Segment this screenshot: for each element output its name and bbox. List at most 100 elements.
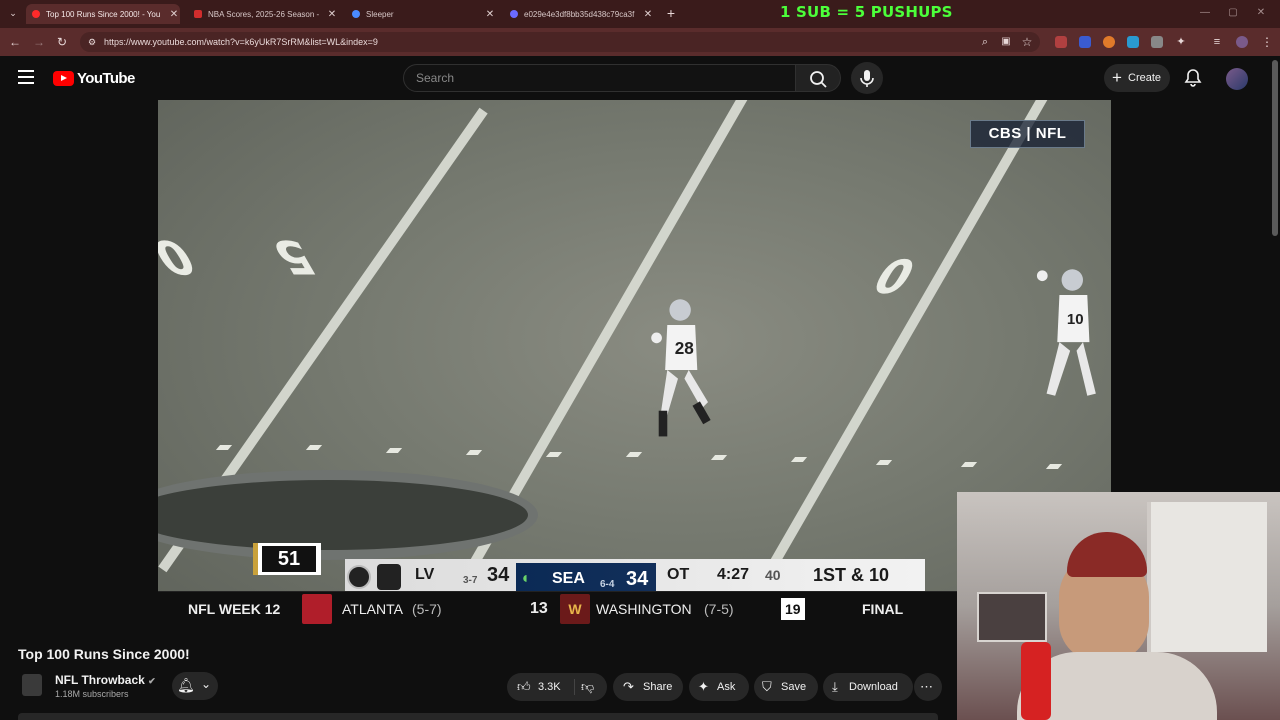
maximize-window-icon[interactable]: ▢ bbox=[1224, 4, 1242, 22]
raiders-logo-icon bbox=[377, 564, 401, 590]
game-clock: 4:27 bbox=[717, 566, 750, 583]
description-box-top bbox=[18, 713, 938, 720]
save-label: Save bbox=[781, 681, 807, 693]
minimize-window-icon[interactable]: — bbox=[1196, 4, 1214, 22]
webcam-overlay bbox=[957, 492, 1280, 720]
reading-list-icon[interactable]: ≡ bbox=[1208, 33, 1226, 51]
save-button[interactable]: ⛉ Save bbox=[754, 673, 818, 701]
like-divider bbox=[574, 679, 575, 695]
search-button[interactable] bbox=[795, 64, 841, 92]
account-avatar[interactable] bbox=[1226, 68, 1248, 90]
play-clock: 40 bbox=[765, 567, 781, 583]
ticker-team2-record: (7-5) bbox=[704, 601, 734, 617]
like-thumb-icon[interactable]: 👍︎ bbox=[517, 673, 531, 701]
channel-name-text: NFL Throwback bbox=[55, 673, 145, 687]
back-arrow-icon[interactable]: ← bbox=[6, 33, 24, 51]
dislike-thumb-icon[interactable]: 👎︎ bbox=[581, 673, 594, 701]
running-back-player: 28 bbox=[651, 299, 711, 437]
verified-badge-icon: ✔ bbox=[148, 676, 156, 686]
profile-avatar-icon[interactable] bbox=[1236, 36, 1248, 48]
hash-mark bbox=[710, 455, 728, 460]
video-title: Top 100 Runs Since 2000! bbox=[18, 646, 190, 662]
hash-mark bbox=[625, 452, 643, 457]
bookmark-icon: ⛉ bbox=[762, 679, 772, 694]
install-app-icon[interactable]: ▣ bbox=[997, 33, 1015, 51]
hash-mark bbox=[305, 445, 323, 450]
tab-youtube[interactable]: Top 100 Runs Since 2000! - You ✕ bbox=[26, 4, 180, 24]
download-label: Download bbox=[849, 681, 898, 693]
tab-list-chevron-icon[interactable]: ⌄ bbox=[4, 4, 22, 22]
close-tab-icon[interactable]: ✕ bbox=[326, 9, 338, 20]
extensions-puzzle-icon[interactable]: ✦ bbox=[1172, 33, 1190, 51]
download-button[interactable]: ⤓ Download bbox=[823, 673, 913, 701]
extension-icon[interactable] bbox=[1127, 36, 1139, 48]
channel-avatar[interactable] bbox=[22, 674, 42, 696]
ticker-team1-score: 13 bbox=[530, 600, 548, 617]
hash-mark bbox=[385, 448, 403, 453]
search-input[interactable]: Search bbox=[403, 64, 796, 92]
commanders-logo-icon: W bbox=[560, 594, 590, 624]
create-label: Create bbox=[1128, 72, 1162, 84]
extension-icon[interactable] bbox=[1103, 36, 1115, 48]
voice-search-button[interactable] bbox=[851, 62, 883, 94]
nba-favicon-icon bbox=[194, 10, 202, 18]
extension-icon[interactable] bbox=[1079, 36, 1091, 48]
extension-icon[interactable] bbox=[1151, 36, 1163, 48]
sparkle-icon: ✦ bbox=[698, 679, 709, 694]
runner-jersey-number: 28 bbox=[675, 338, 694, 358]
bell-icon: 🔔︎ bbox=[177, 677, 195, 693]
close-tab-icon[interactable]: ✕ bbox=[484, 9, 496, 20]
more-horizontal-icon: ⋯ bbox=[920, 679, 933, 694]
game-period: OT bbox=[667, 566, 690, 583]
trailing-player: 10 bbox=[1036, 269, 1096, 396]
webcam-red-cup bbox=[1021, 642, 1051, 720]
like-count[interactable]: 3.3K bbox=[538, 673, 561, 701]
extension-icon[interactable] bbox=[1055, 36, 1067, 48]
youtube-favicon-icon bbox=[32, 10, 40, 18]
cbs-nfl-logo: CBS | NFL bbox=[970, 120, 1085, 148]
channel-name[interactable]: NFL Throwback ✔ bbox=[55, 673, 156, 687]
generic-favicon-icon bbox=[510, 10, 518, 18]
url-field[interactable]: ⚙ https://www.youtube.com/watch?v=k6yUkR… bbox=[80, 32, 1040, 52]
ticker-team1-name: ATLANTA bbox=[342, 601, 403, 617]
zoom-icon[interactable]: ⌕ bbox=[976, 33, 994, 51]
browser-menu-icon[interactable]: ⋮ bbox=[1258, 33, 1276, 51]
hamburger-menu-icon[interactable] bbox=[18, 70, 34, 84]
page-scrollbar[interactable] bbox=[1272, 60, 1278, 236]
ticker-team1-record: (5-7) bbox=[412, 601, 442, 617]
hash-mark bbox=[875, 460, 893, 465]
site-info-icon[interactable]: ⚙ bbox=[88, 32, 96, 52]
more-actions-button[interactable]: ⋯ bbox=[914, 673, 942, 701]
tab-title: NBA Scores, 2025-26 Season - bbox=[208, 9, 320, 19]
share-label: Share bbox=[643, 681, 673, 693]
close-tab-icon[interactable]: ✕ bbox=[168, 9, 180, 20]
share-arrow-icon: ↷ bbox=[623, 679, 634, 694]
new-tab-plus-icon[interactable]: + bbox=[662, 4, 680, 22]
tab-hash[interactable]: e029e4e3df8bb35d438c79ca3f ✕ bbox=[504, 4, 654, 24]
youtube-logo[interactable]: YouTube bbox=[53, 70, 135, 87]
reload-icon[interactable]: ↻ bbox=[53, 33, 71, 51]
field-number-graphic: 0 bbox=[158, 230, 206, 284]
subscription-bell-button[interactable]: 🔔︎ ⌄ bbox=[172, 672, 218, 700]
forward-arrow-icon[interactable]: → bbox=[30, 33, 48, 51]
bookmark-star-icon[interactable]: ☆ bbox=[1018, 33, 1036, 51]
search-icon bbox=[810, 71, 827, 88]
tab-nba-scores[interactable]: NBA Scores, 2025-26 Season - ✕ bbox=[188, 4, 338, 24]
subscriber-count: 1.18M subscribers bbox=[55, 689, 129, 699]
youtube-wordmark: YouTube bbox=[77, 70, 135, 87]
close-tab-icon[interactable]: ✕ bbox=[642, 9, 654, 20]
ask-button[interactable]: ✦ Ask bbox=[689, 673, 749, 701]
hash-mark bbox=[1045, 464, 1063, 469]
chevron-down-icon: ⌄ bbox=[201, 677, 212, 691]
share-button[interactable]: ↷ Share bbox=[613, 673, 683, 701]
hash-mark bbox=[790, 457, 808, 462]
hash-mark bbox=[465, 450, 483, 455]
down-and-distance: 1ST & 10 bbox=[813, 565, 890, 585]
create-button[interactable]: + Create bbox=[1104, 64, 1170, 92]
close-window-icon[interactable]: ✕ bbox=[1252, 4, 1270, 22]
promo-overlay-text: 1 SUB = 5 PUSHUPS bbox=[780, 3, 953, 21]
like-dislike-group: 👍︎ 3.3K 👎︎ bbox=[507, 673, 607, 701]
tab-sleeper[interactable]: Sleeper ✕ bbox=[346, 4, 496, 24]
field-number-graphic: 0 bbox=[862, 250, 926, 304]
notifications-bell-icon[interactable] bbox=[1183, 68, 1203, 88]
